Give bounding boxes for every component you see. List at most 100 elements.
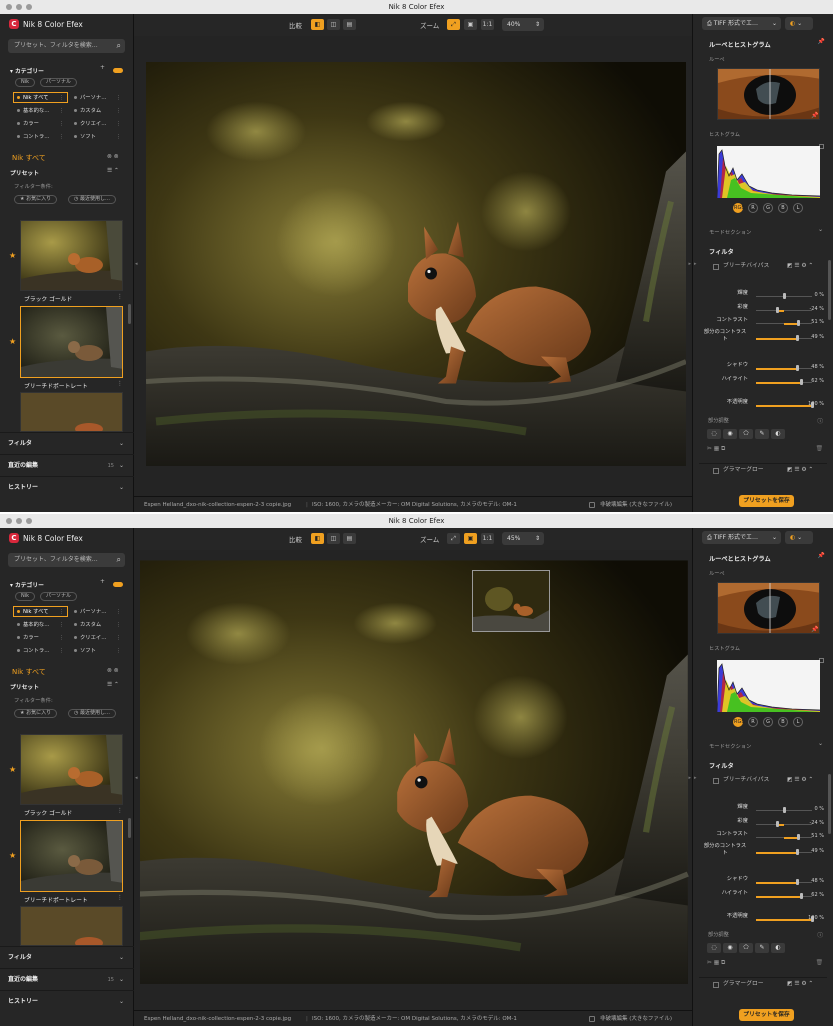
category-item[interactable]: コントラ… ⋮	[13, 645, 68, 656]
category-header[interactable]: ▾ カテゴリー	[10, 580, 44, 589]
collapse-panel-icon[interactable]: ▸	[694, 775, 697, 781]
slider-knob[interactable]	[796, 320, 800, 326]
thumb2-more-icon[interactable]: ⋮	[117, 895, 123, 901]
category-item[interactable]: カラー ⋮	[13, 118, 68, 129]
slider-knob[interactable]	[775, 307, 779, 313]
compare-split-button[interactable]: ◧	[311, 533, 324, 544]
more-icon[interactable]: ⋮	[59, 119, 64, 130]
history-section[interactable]: ヒストリー ⌄	[0, 476, 134, 498]
trash-icon[interactable]: 🗑	[816, 960, 823, 966]
export-format-select[interactable]: ⎙ TIFF 形式でエ… ⌄	[702, 17, 781, 30]
slider-knob[interactable]	[795, 365, 799, 371]
search-icon[interactable]: ⌕	[117, 39, 121, 53]
close-dot-icon[interactable]	[6, 518, 12, 524]
category-item[interactable]: Nik すべて ⋮	[13, 92, 68, 103]
loupe-hist-header[interactable]: ルーペとヒストグラム	[709, 40, 771, 49]
slider-knob[interactable]	[782, 807, 786, 813]
favorite-star-icon[interactable]: ★	[9, 337, 16, 346]
filter-enable-checkbox[interactable]	[713, 778, 719, 784]
help-icon[interactable]: ⓘ	[817, 416, 823, 425]
chevron-down-icon[interactable]: ⌄	[119, 455, 124, 477]
category-item[interactable]: 基本的な… ⋮	[13, 105, 68, 116]
slider-knob[interactable]	[799, 379, 803, 385]
fav-chip[interactable]: ★ お気に入り	[14, 195, 58, 204]
more-icon[interactable]: ⋮	[116, 106, 121, 117]
slider-track[interactable]	[756, 310, 812, 311]
channel-r-button[interactable]: R	[748, 203, 758, 213]
presets-view-icon[interactable]: ☰ ⌃	[107, 168, 119, 174]
minimize-dot-icon[interactable]	[16, 518, 22, 524]
preset-thumb-bleach-portrait[interactable]	[20, 306, 123, 378]
chevron-down-icon[interactable]: ⌄	[119, 969, 124, 991]
close-dot-icon[interactable]	[6, 4, 12, 10]
zoom-select[interactable]: 45% ⇕	[502, 532, 544, 545]
chip-nik[interactable]: Nik	[15, 78, 36, 87]
search-input[interactable]: プリセット、フィルタを検索… ⌕	[8, 553, 125, 567]
apply-menu[interactable]: ◐ ⌄	[785, 17, 813, 30]
zoom-dot-icon[interactable]	[26, 4, 32, 10]
zoom-dot-icon[interactable]	[26, 518, 32, 524]
compare-stack-button[interactable]: ▤	[343, 533, 356, 544]
navigator-thumbnail[interactable]	[472, 570, 550, 632]
more-icon[interactable]: ⋮	[59, 93, 64, 104]
compare-side-button[interactable]: ◫	[327, 533, 340, 544]
category-item[interactable]: パーソナ… ⋮	[70, 92, 125, 103]
chevron-down-icon[interactable]: ⌄	[119, 477, 124, 499]
favorite-star-icon[interactable]: ★	[9, 765, 16, 774]
filter-tools-icon[interactable]: ◩ ☰ ⚙ ⌃	[787, 978, 813, 991]
chevron-down-icon[interactable]: ⌄	[818, 741, 823, 747]
presets-view-icon[interactable]: ☰ ⌃	[107, 682, 119, 688]
zoom-1to1-button[interactable]: 1:1	[481, 533, 494, 544]
slider-knob[interactable]	[799, 893, 803, 899]
preset-thumb-partial[interactable]	[20, 906, 123, 946]
collection-close-icon[interactable]: ⊗ ⊗	[107, 154, 119, 160]
nondestructive-checkbox[interactable]	[589, 502, 595, 508]
loupe-hist-header[interactable]: ルーペとヒストグラム	[709, 554, 771, 563]
slider-knob[interactable]	[795, 879, 799, 885]
more-icon[interactable]: ⋮	[59, 620, 64, 631]
filter-row-bleach[interactable]: ブリーチバイパス ◩ ☰ ⚙ ⌃	[699, 260, 827, 273]
luminosity-mask-icon[interactable]: ◐	[771, 429, 785, 439]
recent-chip[interactable]: ◷ 最近使用し…	[68, 195, 116, 204]
chevron-down-icon[interactable]: ⌄	[119, 991, 124, 1013]
slider-knob[interactable]	[782, 293, 786, 299]
category-item[interactable]: ソフト ⋮	[70, 645, 125, 656]
collapse-left-icon[interactable]: ◂	[135, 261, 138, 267]
more-icon[interactable]: ⋮	[59, 633, 64, 644]
loupe-pin-icon[interactable]: 📌	[811, 626, 818, 633]
slider-knob[interactable]	[796, 849, 800, 855]
filter-scrollbar[interactable]	[828, 260, 831, 320]
more-icon[interactable]: ⋮	[59, 132, 64, 143]
help-icon[interactable]: ⓘ	[817, 930, 823, 939]
presets-scrollbar[interactable]	[128, 304, 131, 324]
category-item[interactable]: 基本的な… ⋮	[13, 619, 68, 630]
chevron-down-icon[interactable]: ⌄	[119, 947, 124, 969]
more-icon[interactable]: ⋮	[116, 93, 121, 104]
brush-icon[interactable]: ✎	[755, 429, 769, 439]
filter-enable-checkbox[interactable]	[713, 468, 719, 474]
category-item[interactable]: Nik すべて ⋮	[13, 606, 68, 617]
filter-tools-icon[interactable]: ◩ ☰ ⚙ ⌃	[787, 774, 813, 787]
brush-icon[interactable]: ✎	[755, 943, 769, 953]
more-icon[interactable]: ⋮	[59, 106, 64, 117]
slider-knob[interactable]	[775, 821, 779, 827]
add-category-icon[interactable]: +	[100, 65, 105, 71]
collapse-right-icon[interactable]: ▸	[688, 775, 691, 781]
chip-nik[interactable]: Nik	[15, 592, 36, 601]
zoom-fit-button[interactable]: ⤢	[447, 533, 460, 544]
pin-icon[interactable]: 📌	[818, 553, 825, 559]
category-item[interactable]: クリエイ… ⋮	[70, 118, 125, 129]
category-item[interactable]: パーソナ… ⋮	[70, 606, 125, 617]
category-item[interactable]: コントラ… ⋮	[13, 131, 68, 142]
more-icon[interactable]: ⋮	[116, 620, 121, 631]
channel-rgb-button[interactable]: RGB	[733, 717, 745, 727]
slider-knob[interactable]	[796, 834, 800, 840]
mask-actions-icon[interactable]: ✂ ▦ ⧉	[707, 960, 725, 967]
compare-stack-button[interactable]: ▤	[343, 19, 356, 30]
mask-icon[interactable]: ◉	[723, 943, 737, 953]
category-item[interactable]: カスタム ⋮	[70, 619, 125, 630]
collapse-panel-icon[interactable]: ▸	[694, 261, 697, 267]
save-preset-button[interactable]: プリセットを保存	[739, 495, 794, 507]
zoom-1to1-button[interactable]: 1:1	[481, 19, 494, 30]
channel-b-button[interactable]: B	[778, 203, 788, 213]
